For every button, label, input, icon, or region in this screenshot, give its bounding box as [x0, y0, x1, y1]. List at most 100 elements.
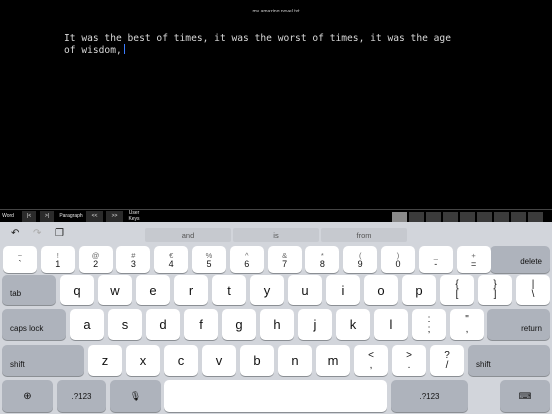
user-key-slot[interactable] — [528, 212, 543, 222]
letter-key-a[interactable]: a — [70, 309, 104, 340]
prev-word-button[interactable]: |< — [22, 211, 36, 222]
user-key-slot[interactable] — [443, 212, 458, 222]
number-key[interactable]: (9 — [343, 246, 378, 273]
key-bottom-label: 0 — [395, 258, 401, 269]
onscreen-keyboard: ↶ ↷ ❐ and is from delete tab caps lock r… — [0, 222, 552, 414]
letter-key-g[interactable]: g — [222, 309, 256, 340]
user-key-slot[interactable] — [460, 212, 475, 222]
letter-key-y[interactable]: y — [250, 275, 284, 305]
symbol-key[interactable]: >. — [392, 345, 426, 376]
editor-content[interactable]: It was the best of times, it was the wor… — [64, 33, 464, 56]
key-bottom-label: = — [470, 258, 477, 269]
user-key-slot[interactable] — [494, 212, 509, 222]
next-paragraph-button[interactable]: >> — [106, 211, 123, 222]
letter-key-h[interactable]: h — [260, 309, 294, 340]
numbers-right-key[interactable]: .?123 — [391, 380, 468, 412]
user-key-slot[interactable] — [477, 212, 492, 222]
caps-lock-key[interactable]: caps lock — [2, 309, 66, 340]
number-key[interactable]: + = — [456, 246, 491, 273]
symbol-key[interactable]: ", — [450, 309, 484, 340]
suggestion-3[interactable]: from — [321, 228, 407, 242]
paste-icon[interactable]: ❐ — [55, 228, 64, 239]
space-key[interactable] — [164, 380, 387, 412]
suggestion-1[interactable]: and — [145, 228, 231, 242]
shift-left-key[interactable]: shift — [2, 345, 84, 376]
letter-key-s[interactable]: s — [108, 309, 142, 340]
numbers-left-key[interactable]: .?123 — [57, 380, 106, 412]
number-key[interactable]: €4 — [154, 246, 189, 273]
letter-key-v[interactable]: v — [202, 345, 236, 376]
letter-key-x[interactable]: x — [126, 345, 160, 376]
letter-key-m[interactable]: m — [316, 345, 350, 376]
next-word-button[interactable]: >| — [40, 211, 54, 222]
letter-key-c[interactable]: c — [164, 345, 198, 376]
letter-key-d[interactable]: d — [146, 309, 180, 340]
symbol-key[interactable]: }] — [478, 275, 512, 305]
shift-right-key[interactable]: shift — [468, 345, 550, 376]
symbol-key[interactable]: :; — [412, 309, 446, 340]
hide-keyboard-key[interactable]: ⌨ — [500, 380, 550, 412]
number-key[interactable]: & 7 — [267, 246, 302, 273]
user-key-slot[interactable] — [409, 212, 424, 222]
number-key[interactable]: #3 — [116, 246, 151, 273]
symbol-key[interactable]: | \ — [516, 275, 550, 305]
key-bottom-label: 1 — [55, 258, 61, 269]
letter-key-b[interactable]: b — [240, 345, 274, 376]
key-bottom-label: ; — [427, 323, 431, 335]
key-top-label: ? — [444, 349, 450, 361]
user-keys-label: User Keys — [125, 210, 143, 222]
return-key[interactable]: return — [487, 309, 550, 340]
number-key[interactable]: ~ ` — [3, 246, 37, 273]
letter-key-n[interactable]: n — [278, 345, 312, 376]
key-bottom-label: / — [445, 359, 449, 371]
extra-keys-toolbar: Word |< >| Paragraph << >> User Keys — [0, 209, 552, 222]
globe-key[interactable]: ⊕ — [2, 380, 53, 412]
number-key[interactable]: ^ 6 — [229, 246, 264, 273]
letter-key-u[interactable]: u — [288, 275, 322, 305]
letter-key-z[interactable]: z — [88, 345, 122, 376]
number-key[interactable]: ) 0 — [381, 246, 415, 273]
globe-icon: ⊕ — [23, 390, 32, 402]
key-bottom-label: 2 — [93, 258, 99, 269]
suggestion-bar: ↶ ↷ ❐ and is from — [0, 222, 552, 244]
delete-key[interactable]: delete — [490, 246, 550, 273]
letter-key-k[interactable]: k — [336, 309, 370, 340]
letter-key-t[interactable]: t — [212, 275, 246, 305]
letter-key-i[interactable]: i — [326, 275, 360, 305]
letter-key-e[interactable]: e — [136, 275, 170, 305]
key-bottom-label: ] — [493, 289, 497, 300]
user-key-slot[interactable] — [511, 212, 526, 222]
user-key-slot[interactable] — [392, 212, 407, 222]
tab-key[interactable]: tab — [2, 275, 56, 305]
number-key[interactable]: @2 — [78, 246, 113, 273]
key-bottom-label: - — [434, 258, 438, 269]
word-label: Word — [0, 211, 16, 222]
key-bottom-label: , — [369, 359, 373, 371]
undo-icon[interactable]: ↶ — [11, 228, 19, 239]
letter-key-r[interactable]: r — [174, 275, 208, 305]
letter-key-o[interactable]: o — [364, 275, 398, 305]
number-key[interactable]: * 8 — [305, 246, 340, 273]
letter-key-p[interactable]: p — [402, 275, 436, 305]
prev-paragraph-button[interactable]: << — [86, 211, 103, 222]
letter-key-q[interactable]: q — [60, 275, 94, 305]
text-editor[interactable]: It was the best of times, it was the wor… — [0, 12, 552, 208]
symbol-key[interactable]: {[ — [440, 275, 474, 305]
symbol-key[interactable]: <, — [354, 345, 388, 376]
symbol-key[interactable]: ? / — [430, 345, 464, 376]
number-key[interactable]: _ - — [418, 246, 453, 273]
letter-key-j[interactable]: j — [298, 309, 332, 340]
microphone-icon: 🎙 — [129, 390, 142, 401]
letter-key-w[interactable]: w — [98, 275, 132, 305]
letter-key-f[interactable]: f — [184, 309, 218, 340]
redo-icon[interactable]: ↷ — [33, 228, 41, 239]
number-key[interactable]: % 5 — [192, 246, 226, 273]
suggestion-2[interactable]: is — [233, 228, 319, 242]
dictation-key[interactable]: 🎙 — [110, 380, 161, 412]
key-bottom-label: 9 — [357, 258, 363, 269]
key-bottom-label: , — [465, 323, 469, 335]
key-bottom-label: . — [407, 359, 411, 371]
user-key-slot[interactable] — [426, 212, 441, 222]
number-key[interactable]: ! 1 — [40, 246, 75, 273]
letter-key-l[interactable]: l — [374, 309, 408, 340]
